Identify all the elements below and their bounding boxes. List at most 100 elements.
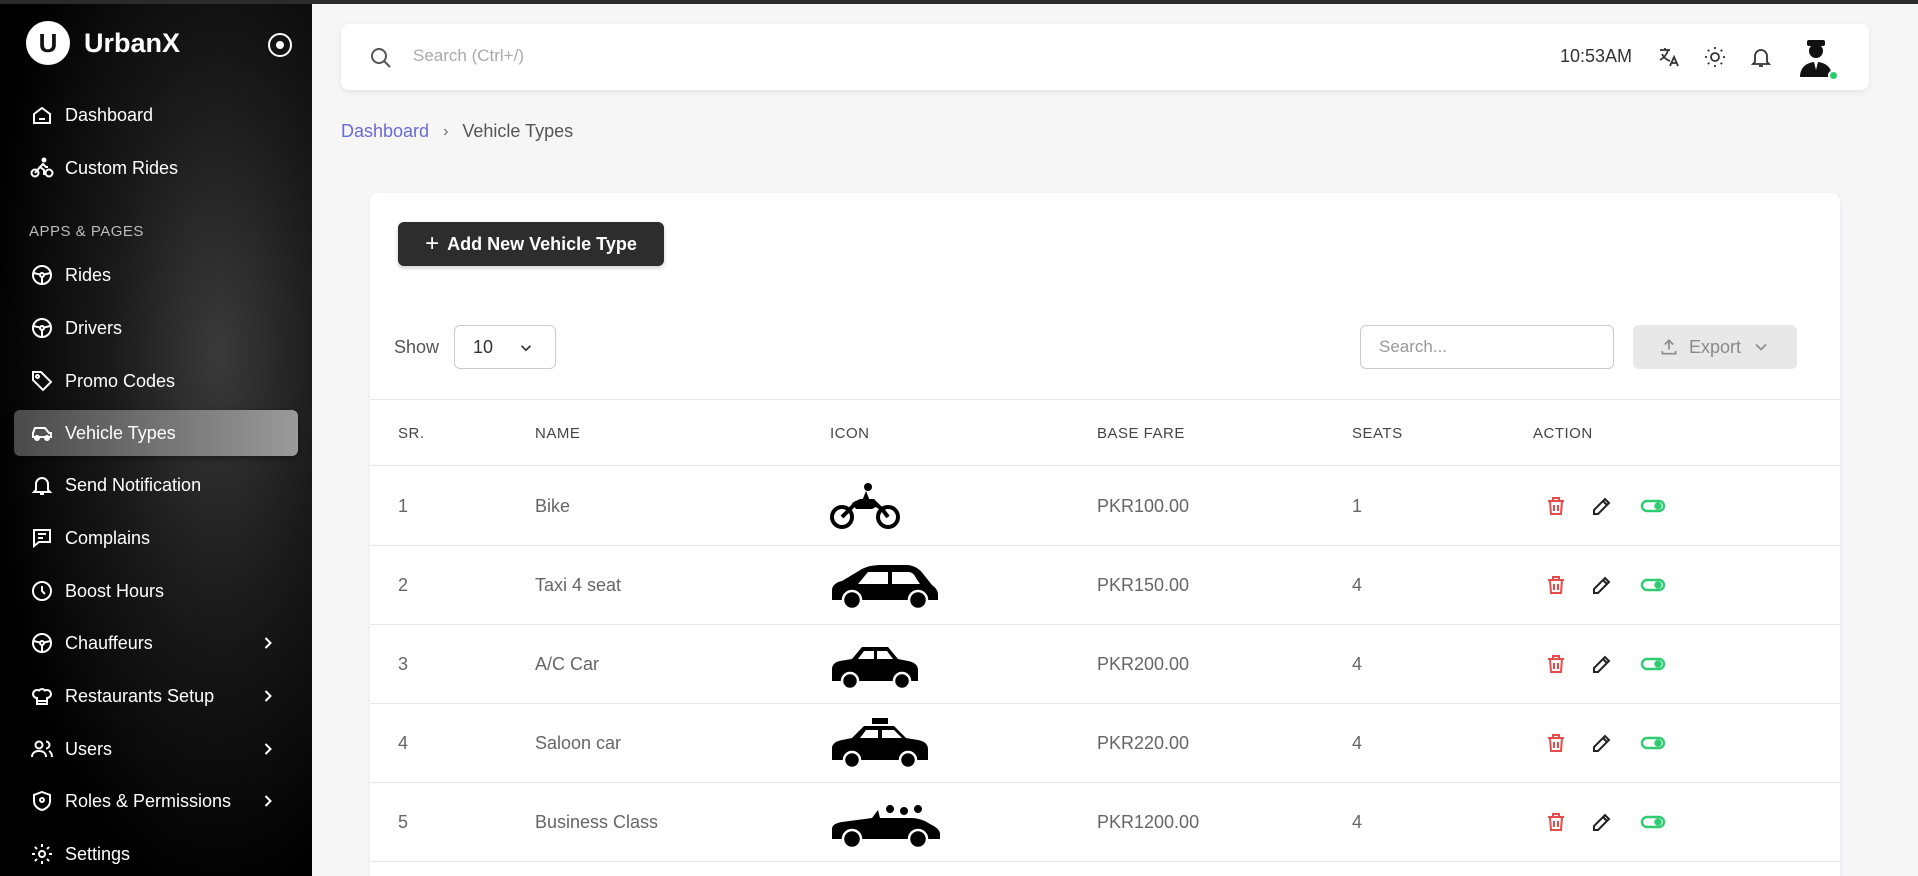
show-label: Show: [394, 337, 440, 357]
brand[interactable]: U UrbanX: [26, 21, 180, 65]
cell-base-fare: PKR1200.00: [1097, 812, 1200, 832]
cell-base-fare: PKR150.00: [1097, 575, 1190, 595]
sidebar-item-promo-codes[interactable]: Promo Codes: [14, 358, 298, 404]
breadcrumb-current: Vehicle Types: [462, 121, 574, 141]
sidebar-item-vehicle-types[interactable]: Vehicle Types: [14, 410, 298, 456]
export-button[interactable]: Export: [1633, 325, 1797, 369]
steering-wheel-icon: [29, 262, 55, 288]
edit-icon[interactable]: [1590, 810, 1614, 834]
online-status-dot: [1828, 70, 1839, 81]
sidebar-item-settings[interactable]: Settings: [14, 831, 298, 876]
cell-name: Taxi 4 seat: [535, 575, 622, 595]
column-header-base-fare[interactable]: BASE FARE: [1097, 425, 1185, 442]
cell-name: Bike: [535, 496, 571, 516]
car-icon: [29, 420, 55, 446]
tag-icon: [29, 368, 55, 394]
toggle-icon[interactable]: [1639, 810, 1667, 834]
table-header: SR. NAME ICON BASE FARE SEATS ACTION: [370, 399, 1840, 466]
export-label: Export: [1688, 336, 1742, 357]
sidebar-item-label: Complains: [65, 527, 151, 548]
sidebar-item-custom-rides[interactable]: Custom Rides: [14, 145, 298, 191]
sidebar-item-restaurants-setup[interactable]: Restaurants Setup: [14, 673, 298, 719]
breadcrumb: Dashboard › Vehicle Types: [341, 121, 573, 142]
sidebar-collapse-button[interactable]: [268, 33, 292, 57]
sidebar-item-chauffeurs[interactable]: Chauffeurs: [14, 620, 298, 666]
clock-icon: [29, 578, 55, 604]
table-row: 1 Bike PKR100.00 1: [370, 467, 1840, 546]
delete-icon[interactable]: [1544, 494, 1568, 518]
sidebar-item-users[interactable]: Users: [14, 726, 298, 772]
cell-seats: 4: [1352, 654, 1363, 674]
sidebar-item-rides[interactable]: Rides: [14, 252, 298, 298]
column-header-seats[interactable]: SEATS: [1352, 425, 1403, 442]
sun-icon[interactable]: [1703, 45, 1727, 69]
bicycle-icon: [29, 155, 55, 181]
breadcrumb-dashboard-link[interactable]: Dashboard: [341, 121, 429, 142]
cell-sr: 3: [398, 654, 409, 674]
cell-seats: 4: [1352, 575, 1363, 595]
delete-icon[interactable]: [1544, 652, 1568, 676]
vehicle-small-car-icon: [830, 639, 922, 694]
sidebar-item-label: Drivers: [65, 317, 122, 338]
page-size-select[interactable]: 10: [454, 325, 556, 369]
shield-icon: [29, 788, 55, 814]
column-header-name[interactable]: NAME: [535, 425, 580, 442]
sidebar-item-boost-hours[interactable]: Boost Hours: [14, 568, 298, 614]
clock-time: 10:53AM: [1560, 46, 1633, 66]
sidebar-item-label: Settings: [65, 843, 131, 864]
gear-icon: [29, 841, 55, 867]
vehicle-convertible-icon: [830, 797, 942, 852]
vehicle-taxi-car-icon: [830, 718, 930, 773]
chevron-right-icon: [264, 795, 272, 807]
table-row: 2 Taxi 4 seat PKR150.00 4: [370, 546, 1840, 625]
column-header-sr[interactable]: SR.: [398, 425, 425, 442]
cell-base-fare: PKR200.00: [1097, 654, 1190, 674]
vehicle-hatchback-icon: [830, 560, 940, 615]
edit-icon[interactable]: [1590, 494, 1614, 518]
plus-icon: +: [425, 230, 440, 257]
delete-icon[interactable]: [1544, 731, 1568, 755]
cell-sr: 4: [398, 733, 409, 753]
toggle-icon[interactable]: [1639, 731, 1667, 755]
sidebar-item-label: Roles & Permissions: [65, 790, 232, 811]
cell-seats: 1: [1352, 496, 1363, 516]
message-icon: [29, 525, 55, 551]
global-search-input[interactable]: Search (Ctrl+/): [413, 46, 524, 66]
edit-icon[interactable]: [1590, 652, 1614, 676]
sidebar-item-dashboard[interactable]: Dashboard: [14, 92, 298, 138]
cell-name: Saloon car: [535, 733, 622, 753]
edit-icon[interactable]: [1590, 731, 1614, 755]
chevron-right-icon: [264, 637, 272, 649]
edit-icon[interactable]: [1590, 573, 1614, 597]
toggle-icon[interactable]: [1639, 652, 1667, 676]
home-icon: [29, 102, 55, 128]
users-icon: [29, 736, 55, 762]
delete-icon[interactable]: [1544, 573, 1568, 597]
toggle-icon[interactable]: [1639, 494, 1667, 518]
sidebar-item-label: Promo Codes: [65, 370, 176, 391]
table-row: 3 A/C Car PKR200.00 4: [370, 625, 1840, 704]
sidebar-item-label: Send Notification: [65, 474, 202, 495]
chevron-right-icon: ›: [443, 122, 449, 140]
cell-seats: 4: [1352, 812, 1363, 832]
add-vehicle-type-button[interactable]: + Add New Vehicle Type: [398, 222, 664, 266]
sidebar-item-label: Users: [65, 738, 113, 759]
cell-name: A/C Car: [535, 654, 600, 674]
topbar: Search (Ctrl+/) 10:53AM: [341, 24, 1869, 90]
upload-icon: [1661, 339, 1677, 355]
translate-icon[interactable]: [1657, 45, 1681, 69]
brand-logo: U: [26, 21, 70, 65]
sidebar-item-send-notification[interactable]: Send Notification: [14, 462, 298, 508]
bell-icon[interactable]: [1749, 45, 1773, 69]
sidebar-item-complains[interactable]: Complains: [14, 515, 298, 561]
search-icon[interactable]: [369, 46, 393, 70]
sidebar-item-roles-permissions[interactable]: Roles & Permissions: [14, 778, 298, 824]
sidebar-item-drivers[interactable]: Drivers: [14, 305, 298, 351]
table-search-input[interactable]: Search...: [1360, 325, 1614, 369]
table-row: 5 Business Class PKR1200.00 4: [370, 783, 1840, 862]
toggle-icon[interactable]: [1639, 573, 1667, 597]
column-header-icon[interactable]: ICON: [830, 425, 870, 442]
sidebar-item-label: Vehicle Types: [65, 422, 176, 443]
sidebar-item-label: Chauffeurs: [65, 632, 153, 653]
delete-icon[interactable]: [1544, 810, 1568, 834]
